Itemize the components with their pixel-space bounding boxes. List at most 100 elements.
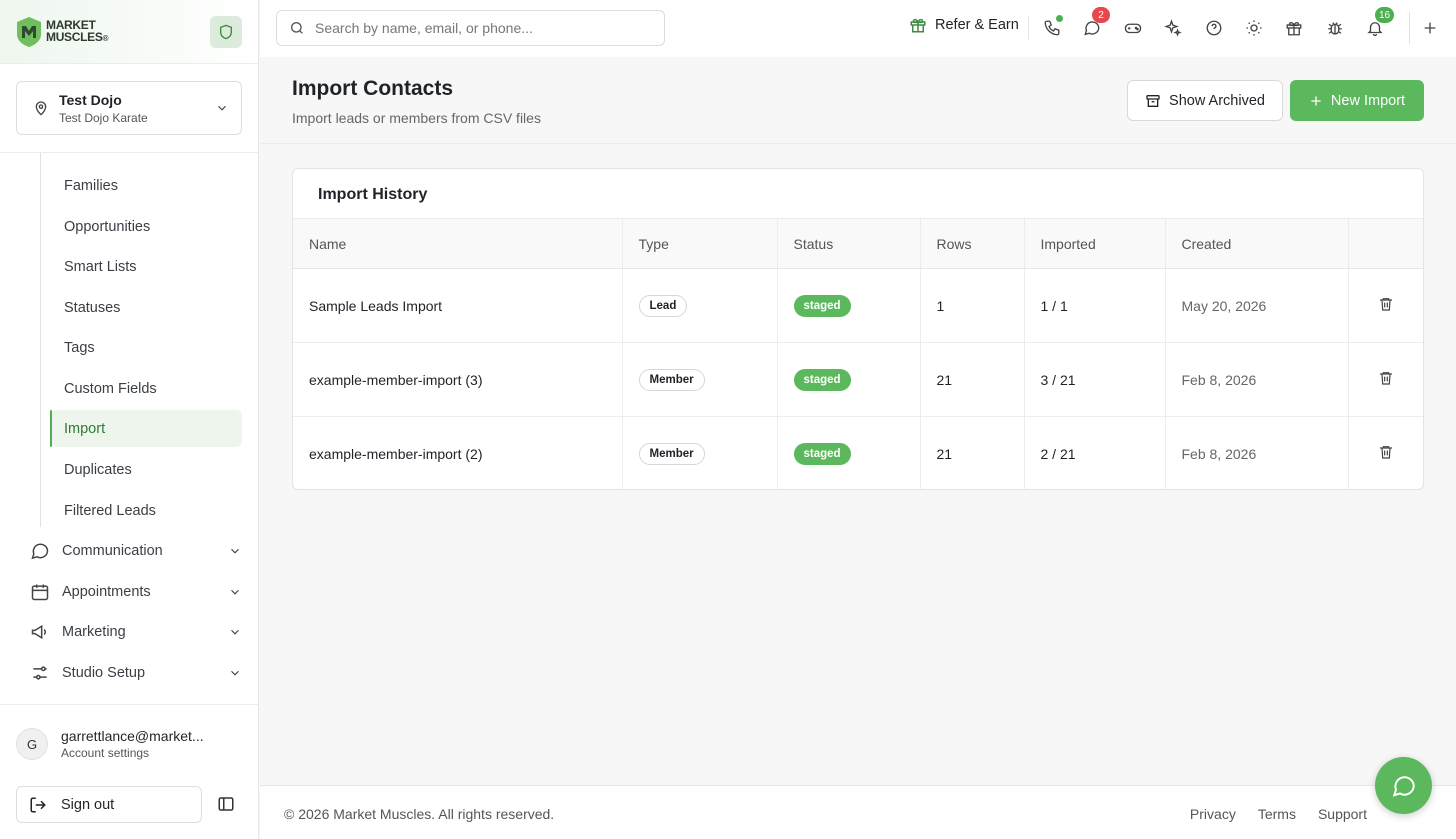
type-badge: Member (638, 442, 705, 465)
refer-earn-label: Refer & Earn (935, 17, 1019, 33)
sidebar-group-studio-setup[interactable]: Studio Setup (24, 654, 242, 691)
bug-icon (1328, 22, 1342, 35)
column-header-rows[interactable]: Rows (919, 218, 1024, 269)
calendar-icon (31, 584, 49, 600)
sidebar-item-statuses[interactable]: Statuses (50, 289, 242, 326)
gamepad-icon (1124, 23, 1142, 34)
online-indicator (1056, 15, 1063, 22)
rows-count: 21 (919, 416, 1024, 489)
sun-icon (1246, 20, 1262, 36)
gifts-button[interactable] (1282, 16, 1306, 40)
plus-icon (1424, 22, 1436, 34)
sidebar-item-tags[interactable]: Tags (50, 329, 242, 366)
add-button[interactable] (1418, 16, 1442, 40)
sidebar-group-communication[interactable]: Communication (24, 532, 242, 569)
column-header-created[interactable]: Created (1164, 218, 1348, 269)
import-name: Sample Leads Import (293, 268, 622, 343)
new-import-button[interactable]: New Import (1290, 80, 1424, 121)
status-badge: staged (793, 442, 851, 465)
sidebar-item-import[interactable]: Import (50, 410, 242, 447)
market-muscles-logo[interactable]: MARKET MUSCLES® (16, 16, 108, 48)
terms-link[interactable]: Terms (1258, 806, 1296, 822)
chat-button[interactable] (1375, 757, 1432, 814)
footer-links: Privacy Terms Support (1190, 806, 1367, 822)
panel-left-icon (218, 797, 234, 811)
ai-sparkles-button[interactable] (1161, 16, 1185, 40)
archive-icon (1146, 94, 1160, 107)
logo-shield-icon (17, 16, 41, 47)
import-name: example-member-import (3) (293, 342, 622, 417)
plus-icon (1311, 95, 1321, 106)
column-header-imported[interactable]: Imported (1023, 218, 1165, 269)
account-settings-label: Account settings (61, 746, 150, 760)
copyright: © 2026 Market Muscles. All rights reserv… (284, 806, 555, 822)
sidebar-item-custom-fields[interactable]: Custom Fields (50, 370, 242, 407)
help-button[interactable] (1202, 16, 1226, 40)
messages-button[interactable]: 2 (1080, 7, 1110, 40)
page-header: Import Contacts Import leads or members … (260, 57, 1456, 144)
delete-button[interactable] (1378, 444, 1394, 460)
page-footer: © 2026 Market Muscles. All rights reserv… (260, 785, 1456, 839)
search-input[interactable] (315, 20, 645, 36)
submenu-line (40, 153, 41, 527)
delete-button[interactable] (1378, 370, 1394, 386)
divider (0, 704, 258, 705)
megaphone-icon (31, 624, 47, 639)
collapse-sidebar-button[interactable] (214, 792, 238, 816)
messages-badge: 2 (1092, 7, 1110, 23)
map-pin-icon (35, 101, 47, 116)
refer-earn-button[interactable]: Refer & Earn (909, 16, 1019, 34)
imported-count: 1 / 1 (1023, 268, 1165, 343)
sidebar-item-duplicates[interactable]: Duplicates (50, 451, 242, 488)
divider (1028, 16, 1029, 40)
table-row[interactable]: example-member-import (2) Member staged … (293, 416, 1423, 489)
page-subtitle: Import leads or members from CSV files (292, 110, 541, 126)
notifications-button[interactable]: 16 (1363, 7, 1395, 40)
status-badge: staged (793, 368, 851, 391)
show-archived-button[interactable]: Show Archived (1127, 80, 1283, 121)
sidebar-item-opportunities[interactable]: Opportunities (50, 208, 242, 245)
avatar: G (16, 728, 48, 760)
bug-report-button[interactable] (1323, 16, 1347, 40)
notifications-badge: 16 (1375, 7, 1395, 23)
rows-count: 21 (919, 342, 1024, 417)
column-header-type[interactable]: Type (621, 218, 777, 269)
account-settings[interactable]: G garrettlance@market... Account setting… (16, 728, 204, 760)
admin-shield-button[interactable] (210, 15, 242, 48)
sidebar-group-appointments[interactable]: Appointments (24, 573, 242, 610)
log-out-icon (30, 797, 46, 812)
new-import-label: New Import (1330, 92, 1406, 109)
group-label: Marketing (62, 623, 126, 640)
games-button[interactable] (1121, 16, 1145, 40)
sidebar: MARKET MUSCLES® Test Dojo Test Dojo Kara… (0, 0, 259, 839)
column-header-status[interactable]: Status (776, 218, 920, 269)
rows-count: 1 (919, 268, 1024, 343)
imported-count: 2 / 21 (1023, 416, 1165, 489)
trash-icon (1379, 298, 1392, 311)
chevron-down-icon (218, 105, 226, 111)
gift-icon (910, 18, 926, 33)
chevron-down-icon (231, 629, 239, 635)
created-date: May 20, 2026 (1164, 268, 1348, 343)
column-header-name[interactable]: Name (293, 218, 622, 269)
show-archived-label: Show Archived (1169, 92, 1265, 109)
sidebar-item-smart-lists[interactable]: Smart Lists (50, 248, 242, 285)
sidebar-item-filtered-leads[interactable]: Filtered Leads (50, 492, 242, 529)
sign-out-button[interactable]: Sign out (16, 786, 202, 823)
table-row[interactable]: example-member-import (3) Member staged … (293, 342, 1423, 417)
search-box[interactable] (276, 10, 665, 46)
theme-toggle-button[interactable] (1242, 16, 1266, 40)
import-history-card: Import History Name Type Status Rows Imp… (292, 168, 1424, 490)
sidebar-group-marketing[interactable]: Marketing (24, 613, 242, 650)
top-bar: Refer & Earn 2 16 (260, 0, 1456, 57)
group-label: Communication (62, 542, 163, 559)
support-link[interactable]: Support (1318, 806, 1367, 822)
table-row[interactable]: Sample Leads Import Lead staged 1 1 / 1 … (293, 268, 1423, 343)
message-circle-icon (31, 543, 49, 559)
delete-button[interactable] (1378, 296, 1394, 312)
phone-button[interactable] (1040, 15, 1064, 40)
privacy-link[interactable]: Privacy (1190, 806, 1236, 822)
created-date: Feb 8, 2026 (1164, 416, 1348, 489)
location-switcher[interactable]: Test Dojo Test Dojo Karate (16, 81, 242, 135)
sidebar-item-families[interactable]: Families (50, 167, 242, 204)
